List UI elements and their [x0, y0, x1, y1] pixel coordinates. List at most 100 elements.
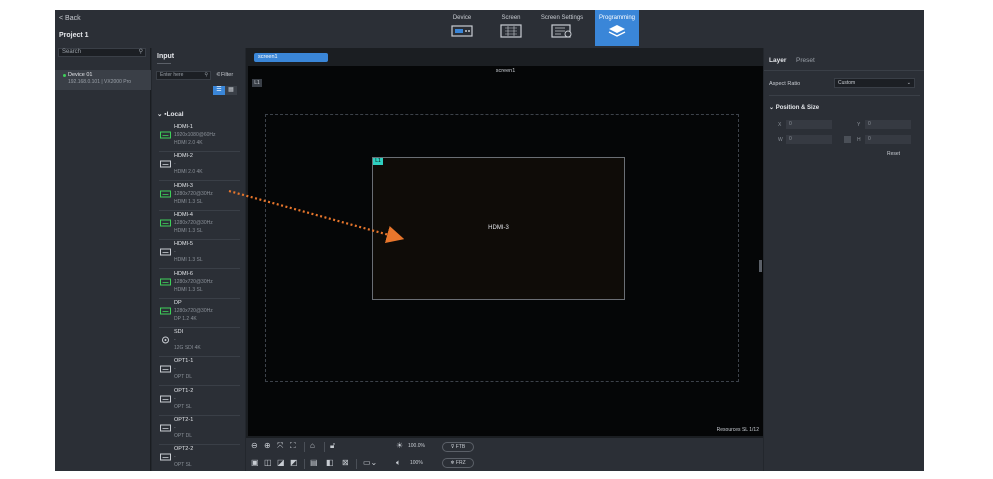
copy-icon[interactable]: ▣	[251, 458, 259, 468]
frz-label: FRZ	[455, 460, 466, 466]
source-name: OPT1-1	[174, 358, 194, 365]
h-label: H	[857, 137, 861, 143]
project-title: Project 1	[59, 32, 89, 39]
source-list-item[interactable]: HDMI-6 1280x720@30Hz HDMI 1.3 SL	[159, 269, 240, 299]
x-field[interactable]: 0	[786, 120, 832, 129]
tab-device[interactable]: Device	[440, 10, 484, 46]
aspect-ratio-select[interactable]: Custom ⌄	[834, 78, 915, 88]
device-panel: Search ⚲ Device 01 192.168.0.101 | VX200…	[55, 48, 151, 472]
zoom-in-icon[interactable]: ⊕	[264, 441, 271, 451]
input-panel-title: Input	[157, 53, 175, 60]
source-name: SDI	[174, 329, 184, 336]
bring-forward-icon[interactable]: ◪	[277, 458, 285, 468]
source-name: HDMI-1	[174, 124, 193, 130]
input-port-icon	[160, 190, 171, 198]
back-button[interactable]: < Back	[59, 15, 81, 22]
cropped-title-strip	[0, 0, 993, 10]
paste-icon[interactable]: ◫	[264, 458, 272, 468]
source-name: HDMI-5	[174, 241, 193, 248]
volume-icon[interactable]: 🔈︎	[396, 458, 401, 468]
w-label: W	[778, 137, 783, 143]
tab-screen[interactable]: Screen	[489, 10, 533, 46]
source-list-item[interactable]: OPT2-1 - OPT DL	[159, 415, 240, 445]
source-list-item[interactable]: OPT2-2- OPT SL	[159, 444, 240, 472]
source-resolution: 1920x1080@60Hz	[174, 132, 216, 138]
tab-preset[interactable]: Preset	[796, 57, 815, 64]
zoom-out-icon[interactable]: ⊖	[251, 441, 258, 451]
device-search-input[interactable]: Search ⚲	[58, 48, 146, 57]
position-size-title: Position & Size	[775, 105, 820, 111]
source-resolution: -	[174, 425, 176, 431]
device-list-item[interactable]: Device 01 192.168.0.101 | VX2000 Pro	[55, 70, 151, 90]
source-name: OPT2-1	[174, 417, 194, 423]
source-list-item[interactable]: HDMI-3 1280x720@30Hz HDMI 1.3 SL	[159, 181, 240, 211]
source-type: HDMI 1.3 SL	[174, 198, 203, 205]
resources-indicator: Resources SL 1/12	[716, 427, 759, 433]
reset-button[interactable]: Reset	[887, 151, 900, 157]
search-icon: ⚲	[204, 72, 208, 78]
tab-programming-label: Programming	[598, 15, 635, 21]
input-panel: Input Enter here ⚲ ⚟Filter ☰ ▦ ⌄ ▪Local …	[152, 48, 245, 472]
fullscreen-icon[interactable]: ⛶	[290, 441, 296, 451]
source-list-item[interactable]: OPT1-1- OPT DL	[159, 356, 240, 387]
screen-canvas[interactable]: screen1 L1 L1 HDMI-3 Resources SL 1/12	[248, 66, 763, 455]
toolbar-divider	[356, 459, 357, 469]
delete-icon[interactable]: ⌂	[310, 441, 315, 451]
canvas-toolbar: ⊖ ⊕ ⤧ ⛶ ⌂ 🔓︎ ▣ ◫ ◪ ◩ ▤ ◧ ⊠ ▭⌄ ☀ 100.0% 🔈…	[246, 438, 763, 472]
w-field[interactable]: 0	[786, 135, 832, 144]
toolbar-divider	[324, 442, 325, 452]
grid-view-button[interactable]: ▦	[225, 86, 237, 95]
tab-programming[interactable]: Programming	[595, 10, 639, 46]
local-group-label: Local	[166, 111, 184, 118]
brightness-icon[interactable]: ☀	[396, 441, 403, 451]
source-type: HDMI 1.3 SL	[174, 257, 203, 264]
ftb-button[interactable]: ⊽ FTB	[442, 442, 474, 452]
tab-screen-settings-label: Screen Settings	[540, 15, 584, 21]
view-toggle: ☰ ▦	[213, 86, 237, 95]
input-port-icon	[160, 307, 171, 315]
source-list-item[interactable]: DP 1280x720@30Hz DP 1.2 4K	[159, 298, 240, 328]
frz-button[interactable]: ❄ FRZ	[442, 458, 474, 468]
source-list-item[interactable]: HDMI-2- HDMI 2.0 4K	[159, 151, 240, 182]
y-field[interactable]: 0	[865, 120, 911, 129]
source-list-item[interactable]: HDMI-1 1920x1080@60Hz HDMI 2.0 4K	[159, 122, 240, 152]
split-icon[interactable]: ◧	[326, 458, 334, 468]
input-search-input[interactable]: Enter here ⚲	[156, 71, 211, 80]
source-type: OPT SL	[174, 403, 192, 410]
lock-icon[interactable]: 🔓︎	[330, 441, 335, 451]
source-list-item[interactable]: OPT1-2- OPT SL	[159, 386, 240, 416]
source-list-item[interactable]: HDMI-5- HDMI 1.3 SL	[159, 239, 240, 270]
filter-button[interactable]: ⚟Filter	[216, 72, 233, 78]
position-size-header[interactable]: ⌄ Position & Size	[769, 104, 819, 111]
screen-tab[interactable]: screen1	[254, 53, 328, 62]
send-backward-icon[interactable]: ◩	[290, 458, 298, 468]
aspect-lock-icon[interactable]	[844, 136, 851, 143]
list-view-button[interactable]: ☰	[213, 86, 225, 95]
list-icon: ☰	[216, 87, 222, 93]
source-name: DP	[174, 299, 182, 306]
display-dropdown-icon[interactable]: ▭⌄	[363, 458, 377, 468]
fit-screen-icon[interactable]: ⤧	[277, 441, 283, 451]
tab-screen-settings[interactable]: Screen Settings	[540, 10, 584, 46]
source-list-item[interactable]: SDI -12G SDI 4K	[159, 327, 240, 358]
grid-layout-icon[interactable]: ⊠	[342, 458, 349, 468]
tab-layer[interactable]: Layer	[769, 57, 786, 64]
properties-panel: Layer Preset Aspect Ratio Custom ⌄ ⌄ Pos…	[764, 48, 924, 472]
source-name: OPT1-2	[174, 387, 194, 394]
source-resolution: -	[174, 161, 176, 168]
toolbar-divider	[304, 442, 305, 452]
layer-window-source: HDMI-3	[488, 225, 509, 231]
input-title-underline	[157, 63, 171, 64]
tab-screen-label: Screen	[501, 15, 521, 21]
source-type: 12G SDI 4K	[174, 345, 201, 352]
section-divider	[769, 95, 920, 96]
source-list-item[interactable]: HDMI-4 1280x720@30Hz HDMI 1.3 SL	[159, 210, 240, 240]
local-group-header[interactable]: ⌄ ▪Local	[157, 110, 184, 118]
input-port-icon	[160, 160, 171, 168]
screen-icon	[500, 24, 522, 38]
vertical-scrollbar[interactable]	[759, 260, 762, 272]
y-label: Y	[857, 122, 861, 128]
layout-icon[interactable]: ▤	[310, 458, 318, 468]
h-field[interactable]: 0	[865, 135, 911, 144]
layer-window[interactable]: L1 HDMI-3	[372, 157, 625, 300]
